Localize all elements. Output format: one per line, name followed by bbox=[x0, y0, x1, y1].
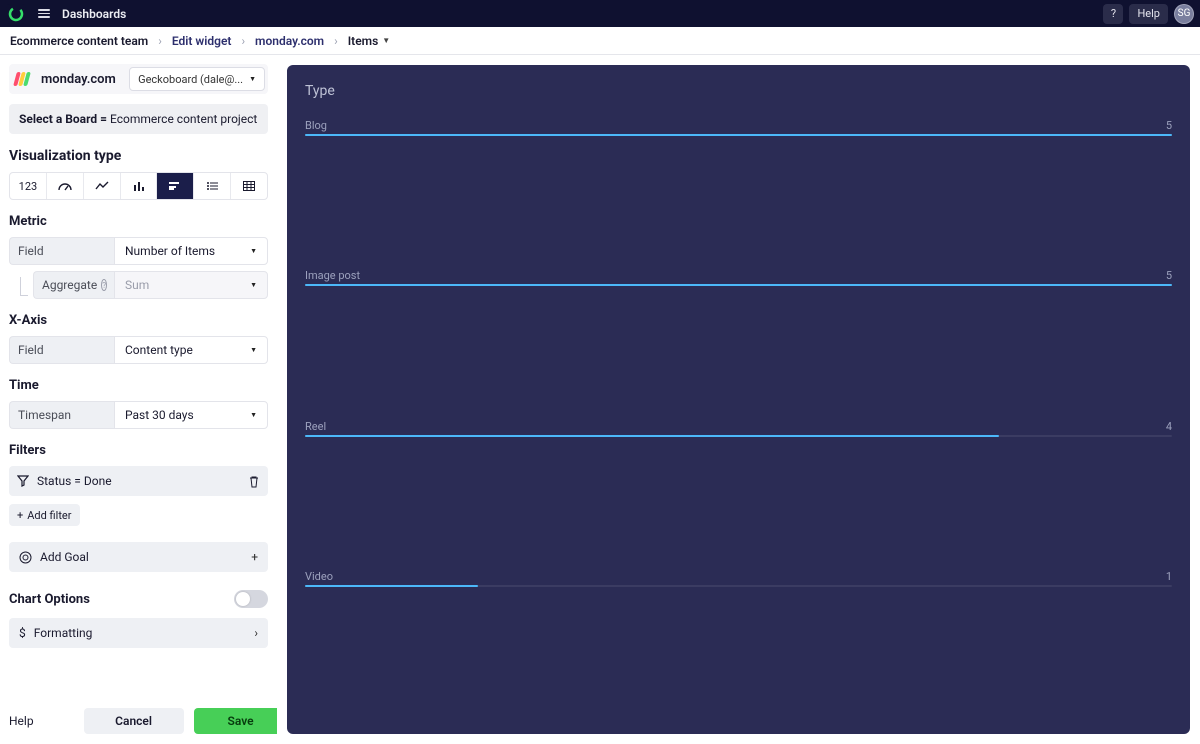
chevron-down-icon: ▼ bbox=[250, 411, 257, 419]
breadcrumb-item[interactable]: monday.com bbox=[255, 34, 324, 48]
bar-value: 5 bbox=[1166, 269, 1172, 282]
viz-gauge[interactable] bbox=[47, 173, 84, 199]
chevron-down-icon: ▼ bbox=[250, 346, 257, 354]
bar-category: Image post bbox=[305, 269, 360, 282]
xaxis-field-label: Field bbox=[9, 336, 114, 364]
viz-column[interactable] bbox=[121, 173, 158, 199]
section-header-viz: Visualization type bbox=[9, 148, 268, 164]
metric-field-label: Field bbox=[9, 237, 114, 265]
breadcrumb-item[interactable]: Ecommerce content team bbox=[10, 34, 148, 48]
plus-icon: + bbox=[251, 550, 258, 564]
bar-category: Video bbox=[305, 570, 333, 583]
add-goal-button[interactable]: Add Goal + bbox=[9, 542, 268, 572]
menu-icon[interactable] bbox=[34, 5, 54, 22]
chart-bar: Blog 5 bbox=[305, 119, 1172, 136]
app-topbar: Dashboards ? Help SG bbox=[0, 0, 1200, 27]
filter-item[interactable]: Status = Done bbox=[9, 466, 268, 496]
metric-field-select[interactable]: Number of Items ▼ bbox=[114, 237, 268, 265]
app-logo[interactable] bbox=[6, 4, 26, 24]
trash-icon[interactable] bbox=[248, 475, 260, 488]
breadcrumb-current[interactable]: Items ▼ bbox=[348, 34, 390, 48]
caret-down-icon: ▼ bbox=[382, 36, 390, 45]
bar-value: 4 bbox=[1166, 420, 1172, 433]
add-filter-button[interactable]: + Add filter bbox=[9, 504, 80, 526]
column-chart-icon bbox=[133, 181, 145, 191]
config-sidebar: monday.com Geckoboard (dale@... ▼ Select… bbox=[0, 55, 277, 744]
viz-bar[interactable] bbox=[157, 173, 194, 199]
chart-area: Blog 5 Image post 5 Reel 4 Video 1 bbox=[305, 119, 1172, 720]
bar-value: 5 bbox=[1166, 119, 1172, 132]
filter-icon bbox=[17, 475, 29, 487]
viz-table[interactable] bbox=[231, 173, 267, 199]
chevron-right-icon: › bbox=[254, 626, 258, 640]
xaxis-field-select[interactable]: Content type ▼ bbox=[114, 336, 268, 364]
time-field-row: Timespan Past 30 days ▼ bbox=[9, 401, 268, 429]
chart-options-toggle[interactable] bbox=[234, 590, 268, 608]
section-header-filters: Filters bbox=[9, 443, 268, 458]
chevron-right-icon: › bbox=[241, 34, 245, 48]
help-button[interactable]: Help bbox=[1129, 4, 1168, 24]
breadcrumb-item[interactable]: Edit widget bbox=[172, 34, 232, 48]
monday-logo-icon bbox=[15, 70, 33, 88]
viz-type-selector: 123 bbox=[9, 172, 268, 200]
section-header-metric: Metric bbox=[9, 214, 268, 229]
chart-bar: Reel 4 bbox=[305, 420, 1172, 437]
account-select[interactable]: Geckoboard (dale@... ▼ bbox=[129, 67, 265, 91]
chevron-down-icon: ▼ bbox=[249, 75, 256, 83]
cancel-button[interactable]: Cancel bbox=[84, 708, 184, 734]
chart-bar: Image post 5 bbox=[305, 269, 1172, 286]
chevron-right-icon: › bbox=[158, 34, 162, 48]
breadcrumb: Ecommerce content team › Edit widget › m… bbox=[0, 27, 1200, 55]
time-field-label: Timespan bbox=[9, 401, 114, 429]
chevron-down-icon: ▼ bbox=[250, 281, 257, 289]
widget-preview: Type Blog 5 Image post 5 Reel 4 Video 1 bbox=[287, 65, 1190, 734]
gauge-icon bbox=[58, 181, 72, 191]
chevron-right-icon: › bbox=[334, 34, 338, 48]
sidebar-footer: Help Cancel Save bbox=[0, 698, 277, 744]
section-header-time: Time bbox=[9, 378, 268, 393]
plus-icon: + bbox=[17, 509, 23, 522]
widget-title: Type bbox=[305, 83, 1172, 99]
viz-line[interactable] bbox=[84, 173, 121, 199]
board-select-row[interactable]: Select a Board = Ecommerce content proje… bbox=[9, 104, 268, 134]
aggregate-label: Aggregate ? bbox=[33, 271, 114, 299]
help-circle-icon[interactable]: ? bbox=[101, 279, 107, 291]
aggregate-select: Sum ▼ bbox=[114, 271, 268, 299]
xaxis-field-row: Field Content type ▼ bbox=[9, 336, 268, 364]
preview-pane: Type Blog 5 Image post 5 Reel 4 Video 1 bbox=[277, 55, 1200, 744]
user-avatar[interactable]: SG bbox=[1174, 4, 1194, 24]
bar-category: Reel bbox=[305, 420, 326, 433]
chevron-down-icon: ▼ bbox=[250, 247, 257, 255]
section-header-xaxis: X-Axis bbox=[9, 313, 268, 328]
topbar-title: Dashboards bbox=[62, 7, 126, 21]
bar-value: 1 bbox=[1166, 570, 1172, 583]
bar-category: Blog bbox=[305, 119, 327, 132]
line-chart-icon bbox=[95, 181, 109, 191]
bar-chart-icon bbox=[169, 181, 181, 191]
table-icon bbox=[243, 181, 255, 191]
time-field-select[interactable]: Past 30 days ▼ bbox=[114, 401, 268, 429]
target-icon bbox=[19, 551, 32, 564]
chart-bar: Video 1 bbox=[305, 570, 1172, 587]
dollar-icon: $ bbox=[19, 626, 26, 640]
section-header-chart-options: Chart Options bbox=[9, 592, 90, 607]
help-link[interactable]: Help bbox=[9, 714, 34, 728]
formatting-button[interactable]: $ Formatting › bbox=[9, 618, 268, 648]
integration-row: monday.com Geckoboard (dale@... ▼ bbox=[9, 64, 268, 94]
metric-field-row: Field Number of Items ▼ bbox=[9, 237, 268, 265]
save-button[interactable]: Save bbox=[194, 708, 288, 734]
integration-name: monday.com bbox=[41, 72, 116, 87]
viz-leaderboard[interactable] bbox=[194, 173, 231, 199]
leaderboard-icon bbox=[206, 181, 218, 191]
viz-number[interactable]: 123 bbox=[10, 173, 47, 199]
help-question-button[interactable]: ? bbox=[1103, 4, 1123, 24]
